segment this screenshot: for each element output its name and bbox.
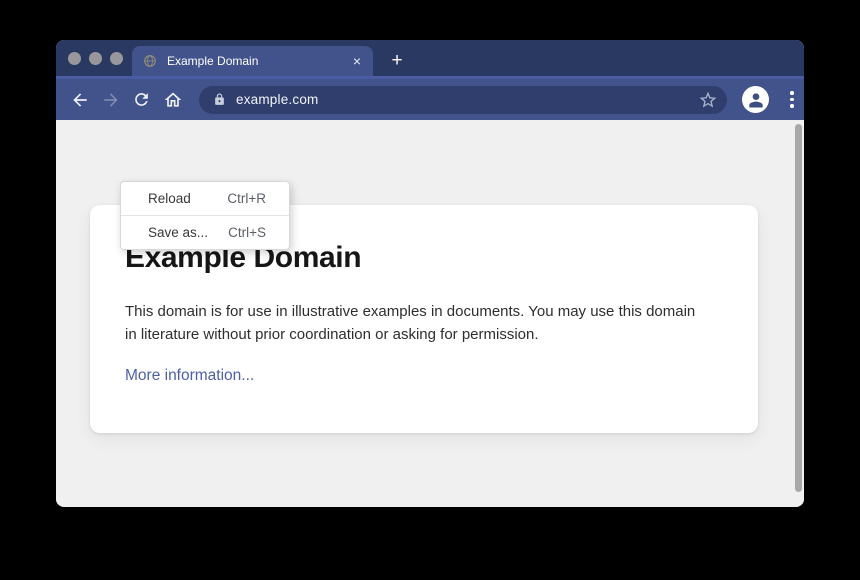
more-information-link[interactable]: More information...	[125, 367, 254, 385]
home-icon	[163, 90, 183, 110]
dot-icon	[790, 91, 794, 95]
globe-favicon-icon	[143, 54, 157, 68]
traffic-lights	[68, 52, 123, 65]
titlebar: Example Domain × +	[56, 40, 804, 76]
vertical-scrollbar-thumb[interactable]	[795, 124, 802, 492]
new-tab-button[interactable]: +	[382, 46, 412, 76]
menu-item-shortcut: Ctrl+R	[227, 191, 266, 206]
minimize-window-button[interactable]	[89, 52, 102, 65]
lock-icon[interactable]	[213, 93, 226, 106]
browser-window: Example Domain × +	[56, 40, 804, 507]
page-paragraph: This domain is for use in illustrative e…	[125, 300, 703, 347]
tab-close-button[interactable]: ×	[353, 54, 361, 68]
arrow-right-icon	[101, 90, 121, 110]
back-button[interactable]	[64, 83, 95, 117]
menu-item-reload[interactable]: Reload Ctrl+R	[121, 182, 289, 215]
home-button[interactable]	[157, 83, 188, 117]
menu-item-save-as[interactable]: Save as... Ctrl+S	[121, 216, 289, 249]
menu-item-label: Reload	[148, 191, 191, 206]
browser-tab[interactable]: Example Domain ×	[132, 46, 373, 76]
reload-button[interactable]	[126, 83, 157, 117]
page-viewport: Example Domain This domain is for use in…	[56, 120, 804, 504]
dot-icon	[790, 104, 794, 108]
reload-icon	[132, 90, 151, 109]
person-icon	[746, 90, 766, 110]
address-bar[interactable]: example.com	[199, 86, 727, 114]
bookmark-star-icon[interactable]	[698, 90, 718, 110]
close-window-button[interactable]	[68, 52, 81, 65]
tab-title: Example Domain	[167, 54, 353, 68]
context-menu: Reload Ctrl+R Save as... Ctrl+S	[120, 181, 290, 250]
menu-item-shortcut: Ctrl+S	[228, 225, 266, 240]
dot-icon	[790, 98, 794, 102]
toolbar: example.com	[56, 76, 804, 120]
browser-menu-button[interactable]	[782, 91, 802, 108]
url-text: example.com	[236, 92, 698, 107]
maximize-window-button[interactable]	[110, 52, 123, 65]
forward-button[interactable]	[95, 83, 126, 117]
arrow-left-icon	[70, 90, 90, 110]
menu-item-label: Save as...	[148, 225, 208, 240]
profile-button[interactable]	[742, 86, 769, 113]
